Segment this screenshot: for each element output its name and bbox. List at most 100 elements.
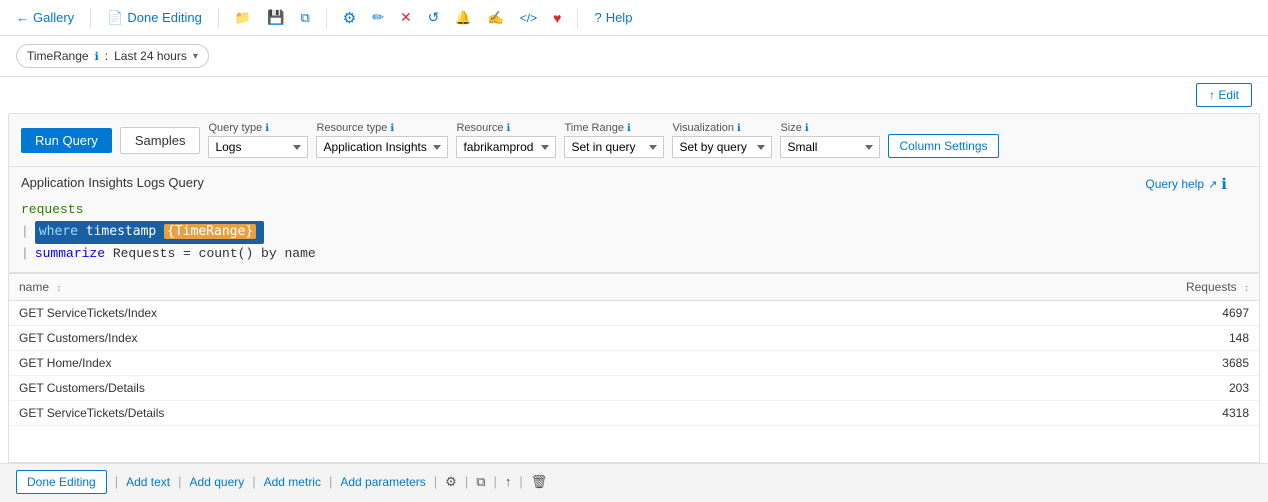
time-range-bar: TimeRange ℹ : Last 24 hours ▾ xyxy=(0,36,1268,77)
bell-icon: 🔔 xyxy=(455,10,471,26)
table-row: GET Home/Index 3685 xyxy=(9,351,1259,376)
edit-button[interactable]: ↑ Edit xyxy=(1196,83,1252,107)
time-range-query-info-icon: ℹ xyxy=(627,123,631,134)
samples-button[interactable]: Samples xyxy=(120,127,201,154)
edit2-icon: ✍ xyxy=(488,10,504,26)
table-row: GET ServiceTickets/Details 4318 xyxy=(9,401,1259,426)
resource-label: Resource ℹ xyxy=(456,122,556,134)
folder-button[interactable]: 📁 xyxy=(231,8,255,28)
bell-button[interactable]: 🔔 xyxy=(451,8,475,28)
heart-icon: ♥ xyxy=(553,10,561,26)
column-settings-button[interactable]: Column Settings xyxy=(888,134,998,158)
results-table-wrapper: name ↕ Requests ↕ GET ServiceTickets/Ind… xyxy=(8,273,1260,463)
size-select[interactable]: Small xyxy=(780,136,880,158)
query-editor[interactable]: requests | where timestamp {TimeRange} |… xyxy=(21,196,1247,268)
code-icon: </> xyxy=(520,11,537,25)
up-arrow-icon[interactable]: ↑ xyxy=(505,474,512,489)
cell-name: GET ServiceTickets/Index xyxy=(9,301,841,326)
cell-name: GET Customers/Index xyxy=(9,326,841,351)
save-icon: 💾 xyxy=(267,9,284,26)
question-icon: ? xyxy=(594,10,601,25)
done-editing-top-label: Done Editing xyxy=(127,10,201,25)
add-text-link[interactable]: Add text xyxy=(126,475,170,489)
visualization-group: Visualization ℹ Set by query xyxy=(672,122,772,158)
results-body: GET ServiceTickets/Index 4697 GET Custom… xyxy=(9,301,1259,426)
toolbar-sep-2 xyxy=(218,8,219,28)
timerange-token: {TimeRange} xyxy=(164,224,256,239)
visualization-info-icon: ℹ xyxy=(737,123,741,134)
toolbar-sep-1 xyxy=(90,8,91,28)
info-circle-icon: ℹ xyxy=(1221,175,1227,193)
query-editor-section: Application Insights Logs Query Query he… xyxy=(9,167,1259,272)
query-panel: Run Query Samples Query type ℹ Logs Reso… xyxy=(8,113,1260,273)
time-range-query-label: Time Range ℹ xyxy=(564,122,664,134)
col-header-requests[interactable]: Requests ↕ xyxy=(841,274,1259,301)
query-toolbar: Run Query Samples Query type ℹ Logs Reso… xyxy=(9,114,1259,167)
query-type-info-icon: ℹ xyxy=(265,123,269,134)
query-line-2: | where timestamp {TimeRange} xyxy=(21,221,1247,244)
help-button[interactable]: ? Help xyxy=(590,8,636,27)
cell-requests: 3685 xyxy=(841,351,1259,376)
top-toolbar: ← Gallery 📄 Done Editing 📁 💾 ⧉ ⚙ ✏ ✕ ↺ xyxy=(0,0,1268,36)
col-sort-name-icon: ↕ xyxy=(56,283,61,294)
heart-button[interactable]: ♥ xyxy=(549,8,565,28)
query-editor-title: Application Insights Logs Query xyxy=(21,175,204,190)
time-range-query-select[interactable]: Set in query xyxy=(564,136,664,158)
cell-requests: 4697 xyxy=(841,301,1259,326)
gallery-label: Gallery xyxy=(33,10,74,25)
size-label: Size ℹ xyxy=(780,122,880,134)
cell-requests: 4318 xyxy=(841,401,1259,426)
done-editing-top-button[interactable]: 📄 Done Editing xyxy=(103,8,206,28)
pencil-icon: ✏ xyxy=(372,9,384,26)
visualization-select[interactable]: Set by query xyxy=(672,136,772,158)
done-editing-bottom-button[interactable]: Done Editing xyxy=(16,470,107,494)
time-range-chevron-icon: ▾ xyxy=(193,51,198,62)
save-button[interactable]: 💾 xyxy=(263,7,288,28)
help-label: Help xyxy=(606,10,633,25)
code-button[interactable]: </> xyxy=(516,9,541,27)
time-range-selector[interactable]: TimeRange ℹ : Last 24 hours ▾ xyxy=(16,44,209,68)
cell-name: GET Home/Index xyxy=(9,351,841,376)
resource-type-info-icon: ℹ xyxy=(390,123,394,134)
settings2-icon[interactable]: ⚙ xyxy=(445,474,457,490)
edit2-button[interactable]: ✍ xyxy=(484,8,508,28)
resource-type-label: Resource type ℹ xyxy=(316,122,448,134)
col-sort-requests-icon: ↕ xyxy=(1244,283,1249,294)
copy-button[interactable]: ⧉ xyxy=(296,8,313,28)
add-parameters-link[interactable]: Add parameters xyxy=(340,475,425,489)
copy2-icon[interactable]: ⧉ xyxy=(476,474,485,490)
external-link-icon: ↗ xyxy=(1208,178,1217,191)
size-group: Size ℹ Small xyxy=(780,122,880,158)
gallery-button[interactable]: ← Gallery xyxy=(12,8,78,27)
folder-icon: 📁 xyxy=(235,10,251,26)
cell-requests: 148 xyxy=(841,326,1259,351)
pencil-button[interactable]: ✏ xyxy=(368,7,388,28)
settings-icon: ⚙ xyxy=(343,9,356,27)
time-range-separator: : xyxy=(105,49,108,63)
copy-icon: ⧉ xyxy=(300,10,309,26)
back-arrow-icon: ← xyxy=(16,10,29,25)
visualization-label: Visualization ℹ xyxy=(672,122,772,134)
where-highlight: where timestamp {TimeRange} xyxy=(35,221,264,244)
toolbar-sep-4 xyxy=(577,8,578,28)
query-help-link[interactable]: Query help ↗ ℹ xyxy=(1145,175,1227,193)
add-query-link[interactable]: Add query xyxy=(190,475,245,489)
table-row: GET Customers/Details 203 xyxy=(9,376,1259,401)
edit-bar: ↑ Edit xyxy=(0,77,1268,113)
query-line-1: requests xyxy=(21,200,1247,221)
close-button[interactable]: ✕ xyxy=(396,7,416,28)
query-line-3: | summarize Requests = count() by name xyxy=(21,244,1247,265)
add-metric-link[interactable]: Add metric xyxy=(264,475,321,489)
query-type-select[interactable]: Logs xyxy=(208,136,308,158)
col-header-name[interactable]: name ↕ xyxy=(9,274,841,301)
table-row: GET ServiceTickets/Index 4697 xyxy=(9,301,1259,326)
resource-select[interactable]: fabrikamprod xyxy=(456,136,556,158)
time-range-info-icon: ℹ xyxy=(95,50,99,63)
refresh-icon: ↺ xyxy=(428,9,440,26)
settings-button[interactable]: ⚙ xyxy=(339,7,360,29)
cell-name: GET Customers/Details xyxy=(9,376,841,401)
resource-type-select[interactable]: Application Insights xyxy=(316,136,448,158)
refresh-button[interactable]: ↺ xyxy=(424,7,444,28)
trash-icon[interactable]: 🗑 xyxy=(531,474,548,490)
run-query-button[interactable]: Run Query xyxy=(21,128,112,153)
